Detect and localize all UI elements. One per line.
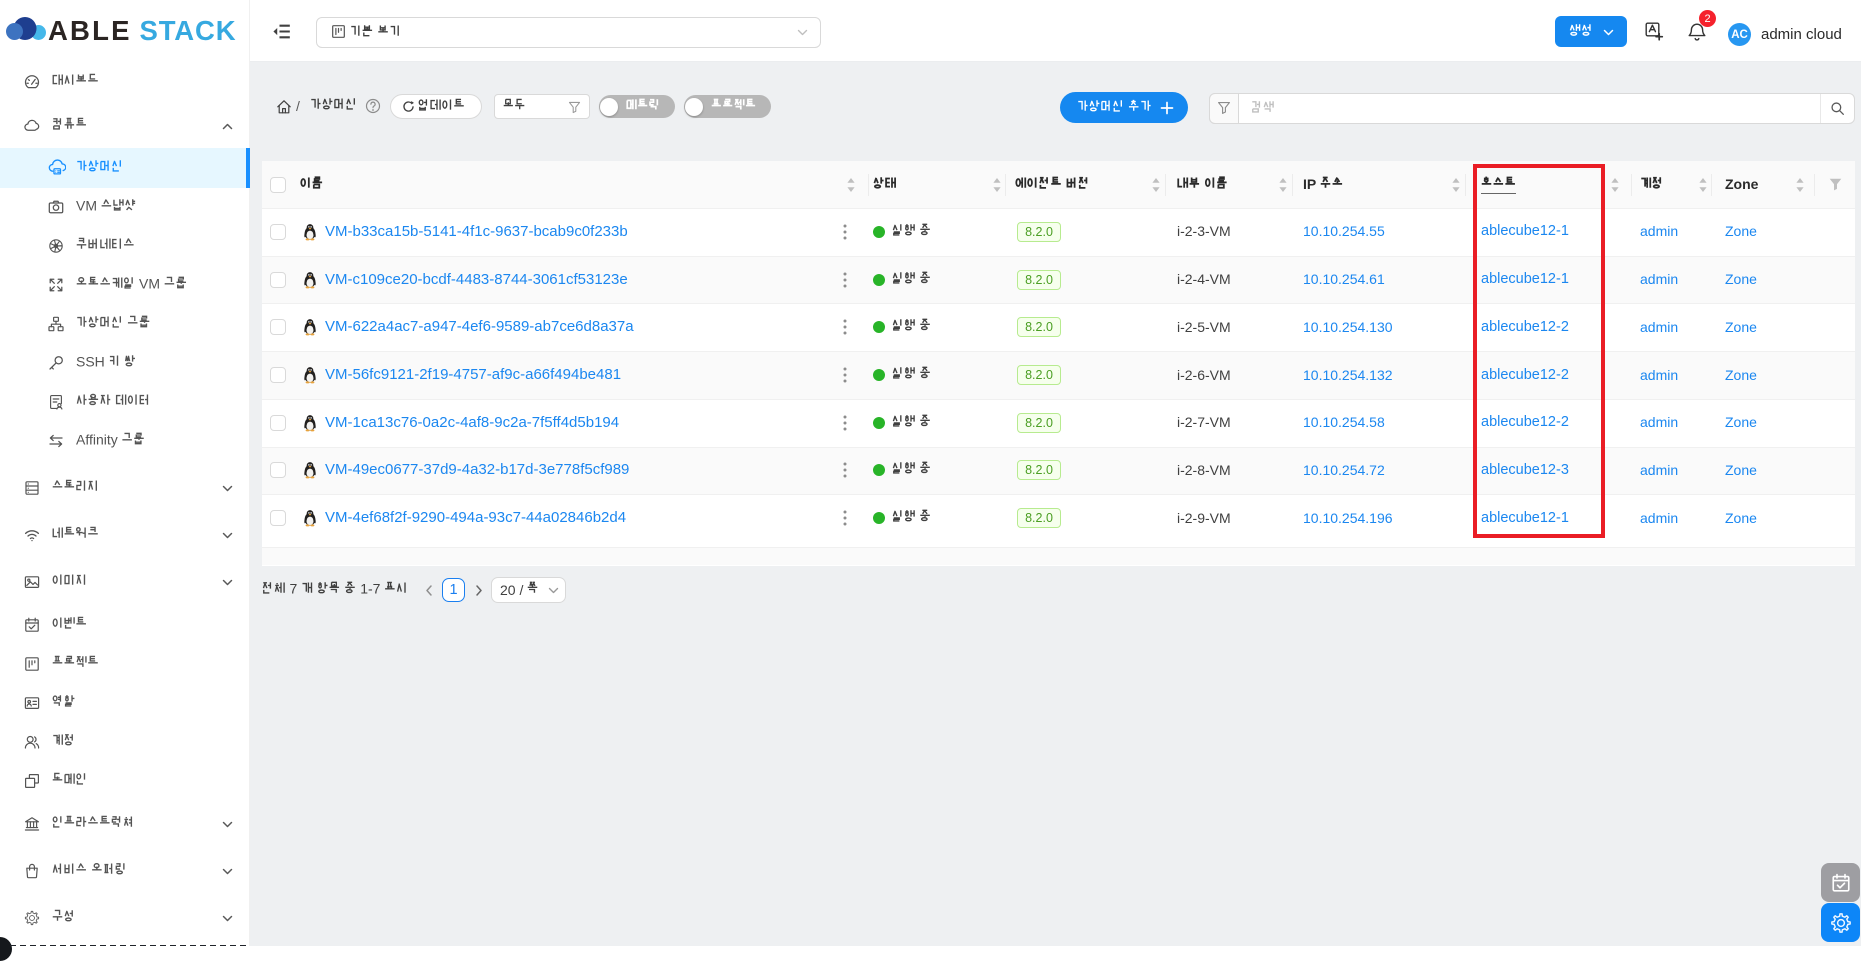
svg-text:VM: VM bbox=[135, 276, 164, 291]
svg-text:ABLE: ABLE bbox=[48, 15, 132, 46]
svg-text:VM: VM bbox=[76, 198, 101, 213]
svg-text:STACK: STACK bbox=[140, 15, 237, 46]
svg-text:SSH: SSH bbox=[76, 354, 109, 369]
svg-text:7: 7 bbox=[286, 581, 302, 596]
svg-text:1-7: 1-7 bbox=[356, 581, 384, 596]
svg-text:Affinity: Affinity bbox=[76, 432, 122, 447]
